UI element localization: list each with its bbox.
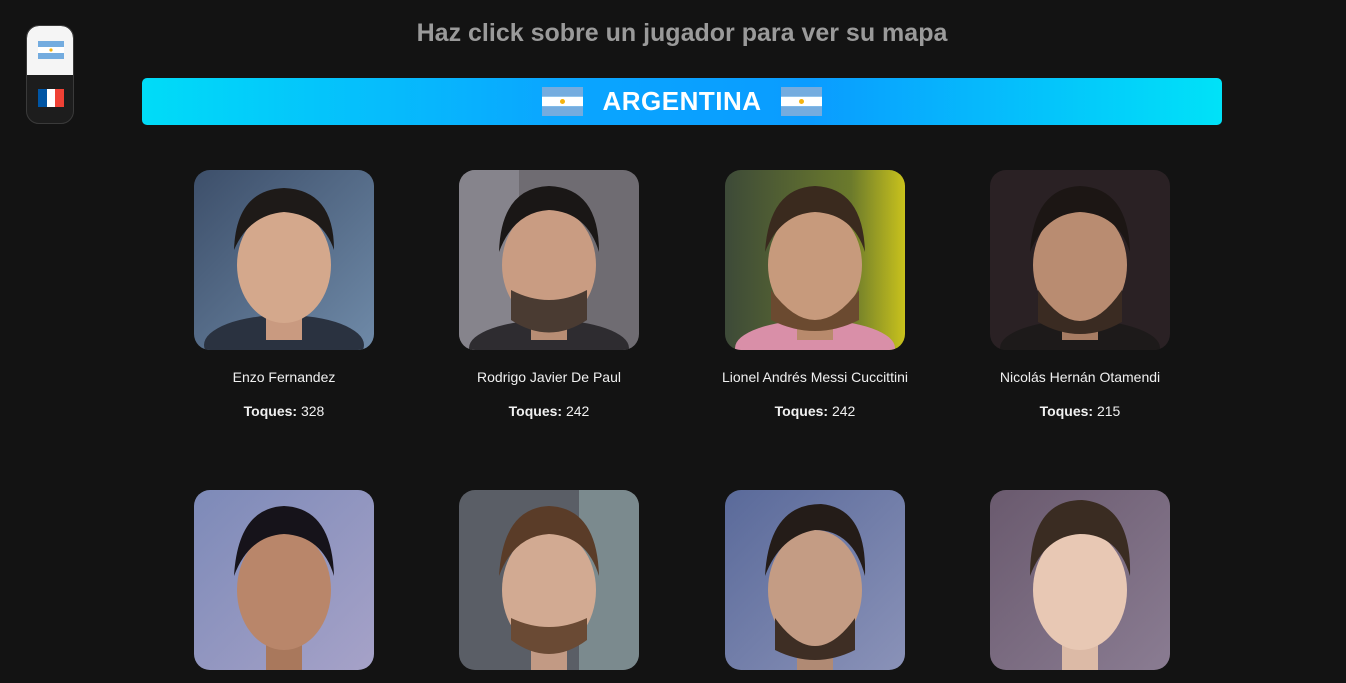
player-photo — [990, 170, 1170, 350]
touches-value: 242 — [831, 403, 856, 419]
player-photo — [459, 490, 639, 670]
france-flag-icon — [38, 89, 64, 107]
player-name: Nicolás Hernán Otamendi — [999, 369, 1161, 385]
touches-value: 215 — [1096, 403, 1121, 419]
page: Haz click sobre un jugador para ver su m… — [0, 0, 1346, 683]
player-card[interactable]: Enzo Fernandez Toques: 328 — [154, 170, 414, 419]
player-photo — [990, 490, 1170, 670]
player-photo — [725, 490, 905, 670]
player-card[interactable] — [950, 490, 1210, 683]
player-name: Enzo Fernandez — [232, 369, 336, 385]
player-card[interactable]: Lionel Andrés Messi Cuccittini Toques: 2… — [685, 170, 945, 419]
touches-value: 242 — [565, 403, 590, 419]
argentina-flag-icon — [542, 87, 584, 116]
player-card[interactable] — [154, 490, 414, 683]
touches-label: Toques: — [774, 403, 829, 419]
argentina-flag-icon — [780, 87, 822, 116]
team-name: ARGENTINA — [602, 86, 762, 116]
player-card[interactable]: Rodrigo Javier De Paul Toques: 242 — [419, 170, 679, 419]
player-card[interactable] — [419, 490, 679, 683]
player-photo — [194, 490, 374, 670]
player-photo — [459, 170, 639, 350]
team-option-france[interactable] — [27, 75, 73, 123]
touches-label: Toques: — [243, 403, 298, 419]
player-touches: Toques: 242 — [685, 403, 945, 419]
player-photo — [194, 170, 374, 350]
player-touches: Toques: 328 — [154, 403, 414, 419]
touches-label: Toques: — [508, 403, 563, 419]
touches-value: 328 — [300, 403, 325, 419]
player-card[interactable] — [685, 490, 945, 683]
page-instruction: Haz click sobre un jugador para ver su m… — [416, 19, 948, 47]
touches-label: Toques: — [1039, 403, 1094, 419]
team-banner: ARGENTINA — [142, 78, 1222, 125]
player-card[interactable]: Nicolás Hernán Otamendi Toques: 215 — [950, 170, 1210, 419]
player-touches: Toques: 215 — [950, 403, 1210, 419]
player-photo — [725, 170, 905, 350]
player-touches: Toques: 242 — [419, 403, 679, 419]
player-name: Rodrigo Javier De Paul — [477, 369, 621, 385]
player-name: Lionel Andrés Messi Cuccittini — [722, 369, 908, 385]
